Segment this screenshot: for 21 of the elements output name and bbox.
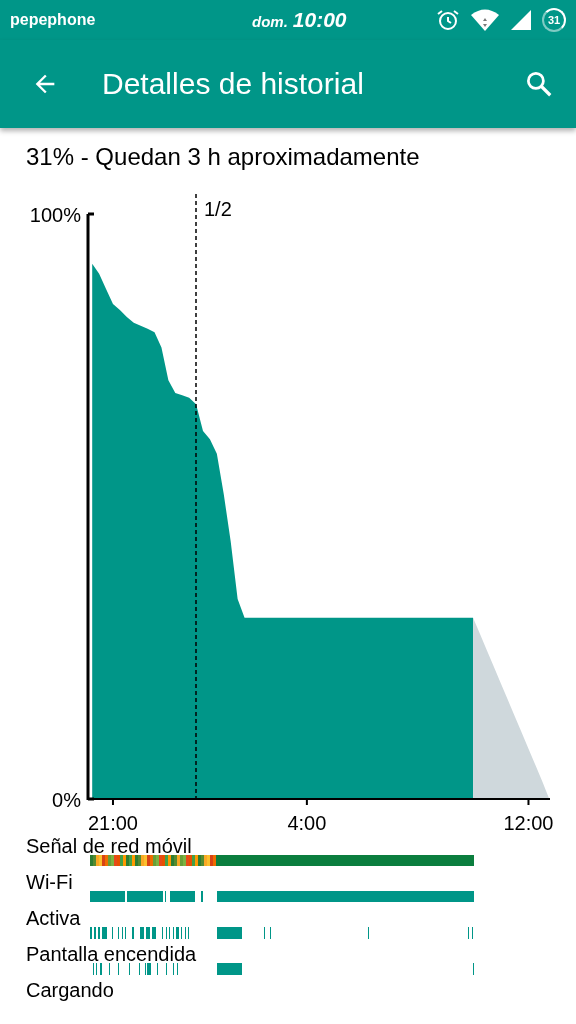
axis-label: 4:00 [287, 812, 327, 834]
axis-label: 100% [29, 204, 81, 226]
axis-label: 21:00 [87, 812, 138, 834]
carrier-name: pepephone [10, 11, 97, 29]
timeline-label: Wi-Fi [26, 871, 73, 893]
search-icon[interactable] [524, 69, 554, 99]
signal-icon [510, 9, 532, 31]
axis-label: 0% [52, 789, 81, 811]
battery-indicator: 31 [542, 8, 566, 32]
day-label: dom. [252, 13, 288, 30]
timeline-label: Cargando [26, 979, 114, 1001]
screen-title: Detalles de historial [102, 67, 365, 101]
timeline-label: Pantalla encendida [26, 943, 197, 965]
timeline-label: Señal de red móvil [26, 835, 192, 857]
marker-label: 1/2 [204, 198, 232, 220]
axis-label: 12:00 [503, 812, 554, 834]
alarm-icon [436, 8, 460, 32]
battery-summary: 31% - Quedan 3 h aproximadamente [25, 142, 421, 172]
wifi-icon [470, 8, 500, 32]
clock-time: 10:00 [292, 8, 347, 32]
timeline-label: Activa [26, 907, 81, 929]
